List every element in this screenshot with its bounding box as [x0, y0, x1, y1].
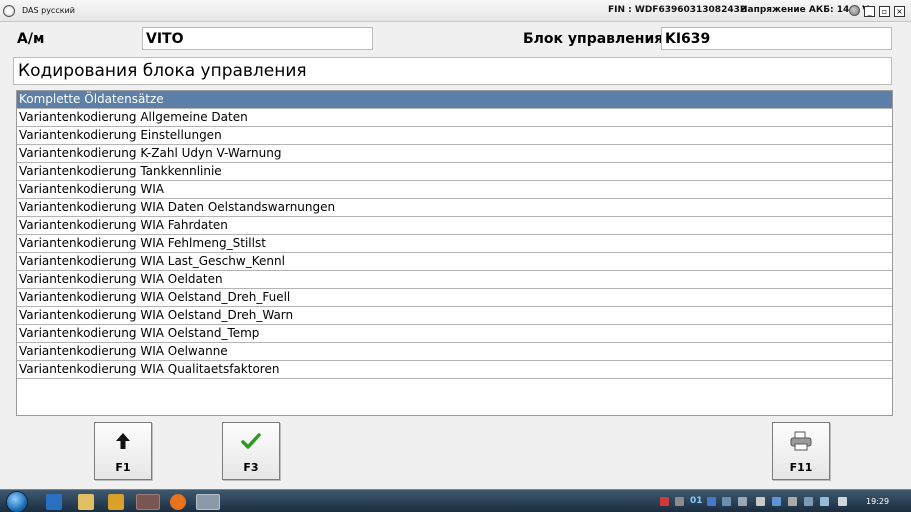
tray-monitor-icon[interactable]: [820, 497, 829, 506]
tray-app-icon[interactable]: [675, 497, 684, 506]
firefox-icon[interactable]: [170, 494, 186, 510]
folder-icon[interactable]: [78, 494, 94, 510]
list-item[interactable]: Variantenkodierung WIA: [17, 181, 892, 199]
start-button[interactable]: [6, 491, 28, 512]
list-item[interactable]: Variantenkodierung WIA Daten Oelstandswa…: [17, 199, 892, 217]
ecu-field: KI639: [661, 27, 892, 50]
tray-device-icon[interactable]: [788, 497, 797, 506]
f11-print-button[interactable]: F11: [772, 422, 830, 480]
list-item[interactable]: Variantenkodierung Tankkennlinie: [17, 163, 892, 181]
checkmark-icon: [223, 431, 279, 455]
f1-key-label: F1: [115, 461, 131, 474]
title-bar: DAS русский FIN : WDF63960313082432 Напр…: [0, 0, 911, 22]
list-item[interactable]: Variantenkodierung WIA Fehlmeng_Stillst: [17, 235, 892, 253]
list-item[interactable]: Variantenkodierung Einstellungen: [17, 127, 892, 145]
window-title: DAS русский: [22, 6, 75, 15]
vehicle-label: А/м: [17, 31, 45, 47]
taskbar: 01 19:29: [0, 489, 911, 512]
list-item[interactable]: Variantenkodierung WIA Oelwanne: [17, 343, 892, 361]
close-button[interactable]: ×: [894, 6, 905, 17]
f1-up-button[interactable]: F1: [94, 422, 152, 480]
list-item[interactable]: Variantenkodierung WIA Fahrdaten: [17, 217, 892, 235]
app-taskbar-icon[interactable]: [196, 494, 220, 510]
das-taskbar-icon[interactable]: [136, 494, 160, 510]
coding-list[interactable]: Komplette Öldatensätze Variantenkodierung…: [16, 90, 893, 416]
tray-sync-icon[interactable]: [738, 497, 747, 506]
list-item[interactable]: Variantenkodierung WIA Last_Geschw_Kennl: [17, 253, 892, 271]
vehicle-field: VITO: [142, 27, 373, 50]
language-indicator[interactable]: 01: [690, 496, 703, 506]
mercedes-star-icon: [3, 5, 15, 17]
tray-security-icon[interactable]: [722, 497, 731, 506]
tray-update-icon[interactable]: [804, 497, 813, 506]
tray-network-icon[interactable]: [707, 497, 716, 506]
list-item[interactable]: Komplette Öldatensätze: [17, 91, 892, 109]
list-item[interactable]: Variantenkodierung K-Zahl Udyn V-Warnung: [17, 145, 892, 163]
list-item[interactable]: Variantenkodierung WIA Qualitaetsfaktore…: [17, 361, 892, 379]
minimize-button[interactable]: _: [864, 6, 875, 17]
fin-readout: FIN : WDF63960313082432: [608, 5, 747, 15]
internet-explorer-icon[interactable]: [46, 494, 62, 510]
media-player-icon[interactable]: [108, 494, 124, 510]
taskbar-clock: 19:29: [866, 497, 890, 506]
up-arrow-icon: [95, 431, 151, 455]
f3-confirm-button[interactable]: F3: [222, 422, 280, 480]
list-item[interactable]: Variantenkodierung WIA Oelstand_Temp: [17, 325, 892, 343]
restore-button[interactable]: ▫: [879, 6, 890, 17]
printer-icon: [773, 431, 829, 456]
keyboard-layout-icon[interactable]: [660, 497, 669, 506]
list-item[interactable]: Variantenkodierung WIA Oeldaten: [17, 271, 892, 289]
f3-key-label: F3: [243, 461, 259, 474]
list-item[interactable]: Variantenkodierung WIA Oelstand_Dreh_War…: [17, 307, 892, 325]
f11-key-label: F11: [789, 461, 813, 474]
tray-printer-icon[interactable]: [756, 497, 765, 506]
volume-icon[interactable]: [838, 497, 847, 506]
page-title: Кодирования блока управления: [13, 57, 892, 85]
bluetooth-icon[interactable]: [772, 497, 781, 506]
battery-status-icon: [849, 5, 860, 16]
list-item[interactable]: Variantenkodierung WIA Oelstand_Dreh_Fue…: [17, 289, 892, 307]
ecu-label: Блок управления: [523, 31, 664, 47]
list-item[interactable]: Variantenkodierung Allgemeine Daten: [17, 109, 892, 127]
